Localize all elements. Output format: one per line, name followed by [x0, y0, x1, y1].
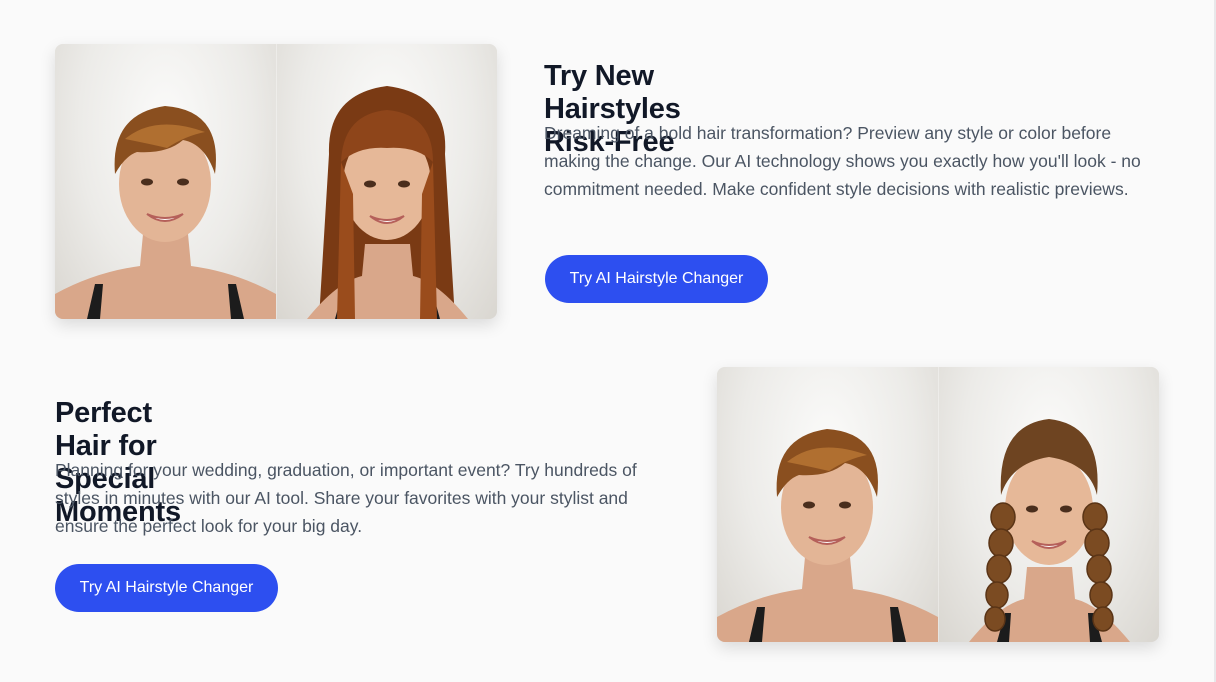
portrait-long-hair-illustration [306, 86, 468, 319]
portrait-pixie-illustration [717, 429, 938, 642]
before-after-image-card [55, 44, 497, 319]
page: Try New Hairstyles Risk-Free Dreaming of… [0, 0, 1216, 682]
feature-description: Dreaming of a bold hair transformation? … [544, 123, 1141, 199]
feature-description: Planning for your wedding, graduation, o… [55, 460, 637, 536]
portrait-pixie-illustration [55, 106, 276, 319]
try-ai-hairstyle-changer-button[interactable]: Try AI Hairstyle Changer [545, 255, 768, 303]
try-ai-hairstyle-changer-button[interactable]: Try AI Hairstyle Changer [55, 564, 278, 612]
after-image-long-hair [275, 44, 497, 319]
before-image-pixie [55, 44, 276, 319]
before-image-pixie [717, 367, 938, 642]
portrait-braids-illustration [968, 419, 1130, 642]
before-after-image-card [717, 367, 1159, 642]
after-image-braids [937, 367, 1159, 642]
